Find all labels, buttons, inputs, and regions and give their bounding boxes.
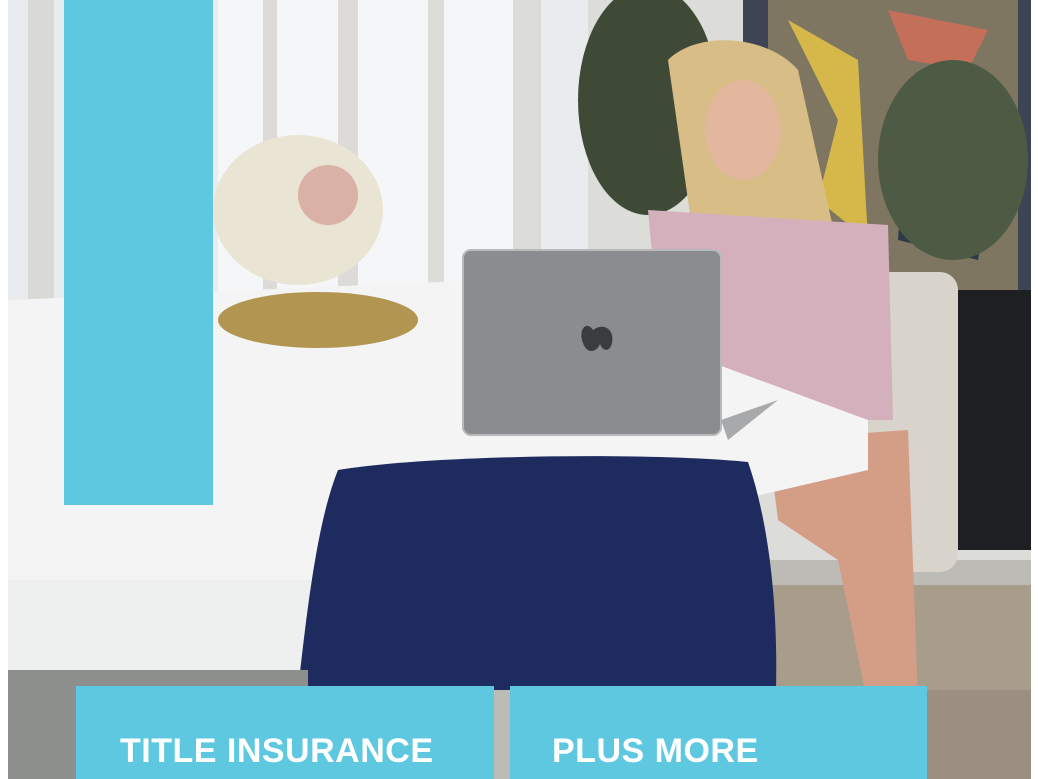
title-insurance-label-box: TITLE INSURANCE: [76, 686, 494, 779]
graphic-canvas: TITLE INSURANCE PLUS MORE: [0, 0, 1038, 779]
title-insurance-label: TITLE INSURANCE: [120, 732, 434, 770]
plus-more-label-box: PLUS MORE: [510, 686, 927, 779]
accent-bar: [64, 0, 213, 505]
plus-more-label: PLUS MORE: [552, 732, 759, 770]
